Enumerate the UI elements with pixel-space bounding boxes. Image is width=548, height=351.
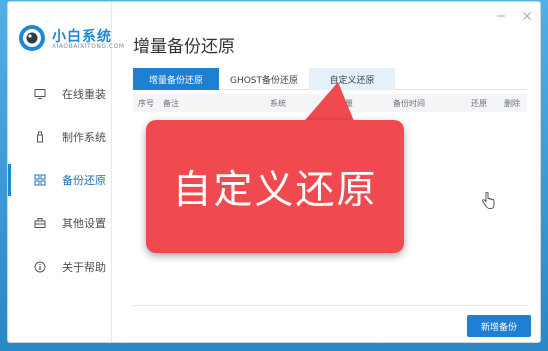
info-icon [33,260,47,274]
sidebar-item-label: 在线重装 [62,88,106,101]
sidebar-item-about-help[interactable]: 关于帮助 [8,245,112,289]
sidebar-item-label: 其他设置 [62,217,106,230]
column-header: 删除 [504,99,520,108]
usb-drive-icon [33,130,47,144]
monitor-icon [33,87,47,101]
briefcase-icon [33,216,47,230]
minimize-icon[interactable] [493,10,509,22]
sidebar-item-label: 制作系统 [62,131,106,144]
tab-bar: 增量备份还原 GHOST备份还原 自定义还原 [133,68,527,90]
column-header: 还原 [471,99,487,108]
logo-icon [19,25,45,51]
table-header: 序号 备注 系统 文件数量 备份时间 还原 删除 [133,94,527,112]
column-header: 序号 [138,99,154,108]
add-backup-button[interactable]: 新增备份 [467,315,531,337]
sidebar-item-label: 关于帮助 [62,261,106,274]
callout-banner: 自定义还原 [146,120,404,253]
tab-ghost-backup[interactable]: GHOST备份还原 [219,68,309,90]
sidebar-item-other-settings[interactable]: 其他设置 [8,201,112,245]
sidebar-item-label: 备份还原 [62,174,106,187]
app-logo: 小白系统 XIAOBAIXITONG.COM [18,24,124,54]
column-header: 备份时间 [393,99,425,108]
grid-icon [33,173,47,187]
hand-cursor-icon [482,192,495,209]
sidebar-item-online-reinstall[interactable]: 在线重装 [8,72,112,116]
sidebar: 小白系统 XIAOBAIXITONG.COM 在线重装 制作系统 备份还原 其他… [8,2,124,342]
sidebar-item-backup-restore[interactable]: 备份还原 [8,158,112,202]
column-header: 系统 [270,99,286,108]
close-icon[interactable] [519,10,535,22]
column-header: 文件数量 [321,99,353,108]
tab-incremental-backup[interactable]: 增量备份还原 [133,68,219,90]
tab-custom-restore[interactable]: 自定义还原 [309,68,395,90]
page-title: 增量备份还原 [133,37,235,57]
column-header: 备注 [163,99,179,108]
callout-text: 自定义还原 [172,167,378,213]
sidebar-item-make-system[interactable]: 制作系统 [8,115,112,159]
